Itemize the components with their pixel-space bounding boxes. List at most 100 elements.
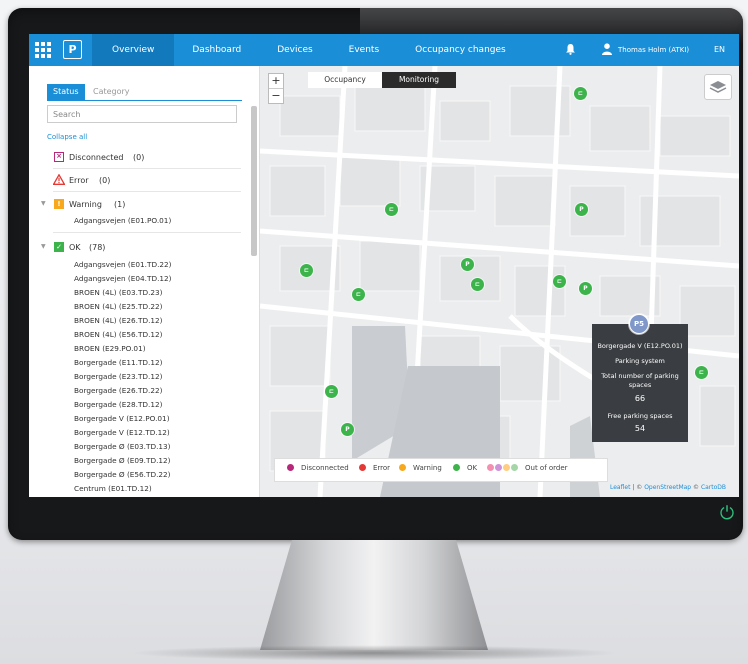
list-item[interactable]: Borgergade (E11.TD.12) xyxy=(74,358,162,367)
tab-monitoring[interactable]: Monitoring xyxy=(382,72,456,88)
nav-overview[interactable]: Overview xyxy=(92,34,175,66)
nav-occupancy-changes[interactable]: Occupancy changes xyxy=(397,34,524,66)
nav-devices[interactable]: Devices xyxy=(259,34,330,66)
group-error-label[interactable]: Error xyxy=(69,176,89,185)
search-input[interactable]: Search xyxy=(47,105,237,123)
legend-dot xyxy=(453,464,460,471)
legend-error: Error xyxy=(359,464,390,472)
tab-status[interactable]: Status xyxy=(47,84,85,100)
list-item[interactable]: BROEN (E29.PO.01) xyxy=(74,344,146,353)
popup-free-value: 54 xyxy=(634,424,646,433)
notification-bell-icon[interactable] xyxy=(565,43,576,58)
zoom-in-button[interactable]: + xyxy=(269,74,283,88)
group-disconnected-label[interactable]: Disconnected xyxy=(69,153,123,162)
map-marker[interactable]: ⊏ xyxy=(352,288,365,301)
warning-icon: ! xyxy=(54,199,64,209)
map-marker[interactable]: P xyxy=(579,282,592,295)
map-marker[interactable]: ⊏ xyxy=(695,366,708,379)
tab-occupancy[interactable]: Occupancy xyxy=(308,72,382,88)
disconnected-icon: × xyxy=(54,152,64,162)
group-warning-count: (1) xyxy=(114,200,126,209)
app-screen: P Overview Dashboard Devices Events Occu… xyxy=(29,34,739,497)
layers-icon[interactable] xyxy=(704,74,732,100)
power-icon[interactable]: ⏻ xyxy=(718,505,736,523)
map-marker[interactable]: P xyxy=(461,258,474,271)
ok-check-icon: ✓ xyxy=(54,242,64,252)
group-ok-label[interactable]: OK xyxy=(69,243,81,252)
popup-total-label: Total number of parking spaces xyxy=(601,372,679,389)
map-legend: Disconnected Error Warning OK Out of ord… xyxy=(274,458,608,482)
legend-ok: OK xyxy=(453,464,477,472)
list-item[interactable]: Borgergade (E28.TD.12) xyxy=(74,400,162,409)
monitor-stand xyxy=(260,540,488,650)
list-item[interactable]: Borgergade V (E12.PO.01) xyxy=(74,414,170,423)
list-item[interactable]: Borgergade Ø (E56.TD.22) xyxy=(74,470,171,479)
map-view[interactable]: + − Occupancy Monitoring ⊏ P ⊏ ⊏ P ⊏ ⊏ ⊏… xyxy=(260,66,739,497)
sidebar-tabs: Status Category xyxy=(47,84,242,101)
parking-logo-icon[interactable]: P xyxy=(63,40,82,59)
list-item[interactable]: Adgangsvejen (E04.TD.12) xyxy=(74,274,172,283)
osm-link[interactable]: OpenStreetMap xyxy=(644,484,691,491)
app-grid-icon[interactable] xyxy=(35,42,51,58)
popup-free-label: Free parking spaces xyxy=(607,412,673,420)
list-item[interactable]: Borgergade Ø (E03.TD.13) xyxy=(74,442,171,451)
selected-marker[interactable]: P5 xyxy=(629,314,649,334)
group-error-count: (0) xyxy=(99,176,111,185)
group-warning-label[interactable]: Warning xyxy=(69,200,102,209)
legend-dot xyxy=(503,464,510,471)
user-icon[interactable] xyxy=(602,43,612,55)
map-attribution: Leaflet | © OpenStreetMap © CartoDB xyxy=(610,484,726,491)
legend-dot xyxy=(287,464,294,471)
list-item[interactable]: Centrum (E01.TD.12) xyxy=(74,484,152,493)
nav-events[interactable]: Events xyxy=(331,34,397,66)
main-nav: Overview Dashboard Devices Events Occupa… xyxy=(92,34,524,66)
divider xyxy=(53,191,241,192)
map-mode-tabs: Occupancy Monitoring xyxy=(308,72,456,88)
legend-disconnected: Disconnected xyxy=(287,464,349,472)
popup-total-value: 66 xyxy=(634,394,646,403)
collapse-all-link[interactable]: Collapse all xyxy=(47,133,87,141)
legend-warning: Warning xyxy=(399,464,442,472)
map-marker[interactable]: ⊏ xyxy=(300,264,313,277)
legend-dot xyxy=(495,464,502,471)
top-nav: P Overview Dashboard Devices Events Occu… xyxy=(29,34,739,66)
list-item[interactable]: Adgangsvejen (E01.TD.22) xyxy=(74,260,172,269)
user-name[interactable]: Thomas Holm (ATKI) xyxy=(618,34,689,66)
list-item[interactable]: Borgergade V (E12.TD.12) xyxy=(74,428,170,437)
marker-popup: P5 Borgergade V (E12.PO.01) Parking syst… xyxy=(592,314,688,442)
map-marker[interactable]: P xyxy=(575,203,588,216)
chevron-down-icon[interactable]: ▼ xyxy=(41,200,46,207)
sidebar-scrollbar[interactable] xyxy=(251,106,257,256)
leaflet-link[interactable]: Leaflet xyxy=(610,484,630,491)
zoom-out-button[interactable]: − xyxy=(269,88,283,103)
status-sidebar: Status Category Search Collapse all × Di… xyxy=(29,66,260,497)
map-marker[interactable]: ⊏ xyxy=(385,203,398,216)
attribution-separator: | © xyxy=(630,484,645,491)
divider xyxy=(53,168,241,169)
list-item[interactable]: BROEN (4L) (E25.TD.22) xyxy=(74,302,163,311)
popup-type: Parking system xyxy=(615,357,665,365)
map-marker[interactable]: ⊏ xyxy=(325,385,338,398)
carto-link[interactable]: CartoDB xyxy=(701,484,726,491)
map-marker[interactable]: ⊏ xyxy=(574,87,587,100)
chevron-down-icon[interactable]: ▼ xyxy=(41,243,46,250)
list-item[interactable]: Adgangsvejen (E01.PO.01) xyxy=(74,216,171,225)
nav-dashboard[interactable]: Dashboard xyxy=(174,34,259,66)
map-marker[interactable]: P xyxy=(341,423,354,436)
legend-dot xyxy=(399,464,406,471)
list-item[interactable]: Borgergade (E26.TD.22) xyxy=(74,386,162,395)
legend-out-of-order: Out of order xyxy=(487,464,568,472)
divider xyxy=(53,232,241,233)
list-item[interactable]: BROEN (4L) (E03.TD.23) xyxy=(74,288,163,297)
legend-dot xyxy=(511,464,518,471)
map-marker[interactable]: ⊏ xyxy=(471,278,484,291)
attribution-separator: © xyxy=(691,484,701,491)
list-item[interactable]: Borgergade Ø (E09.TD.12) xyxy=(74,456,171,465)
list-item[interactable]: Borgergade (E23.TD.12) xyxy=(74,372,162,381)
map-marker[interactable]: ⊏ xyxy=(553,275,566,288)
zoom-control: + − xyxy=(268,73,284,104)
list-item[interactable]: BROEN (4L) (E26.TD.12) xyxy=(74,316,163,325)
tab-category[interactable]: Category xyxy=(87,84,136,100)
language-selector[interactable]: EN xyxy=(714,34,725,66)
list-item[interactable]: BROEN (4L) (E56.TD.12) xyxy=(74,330,163,339)
